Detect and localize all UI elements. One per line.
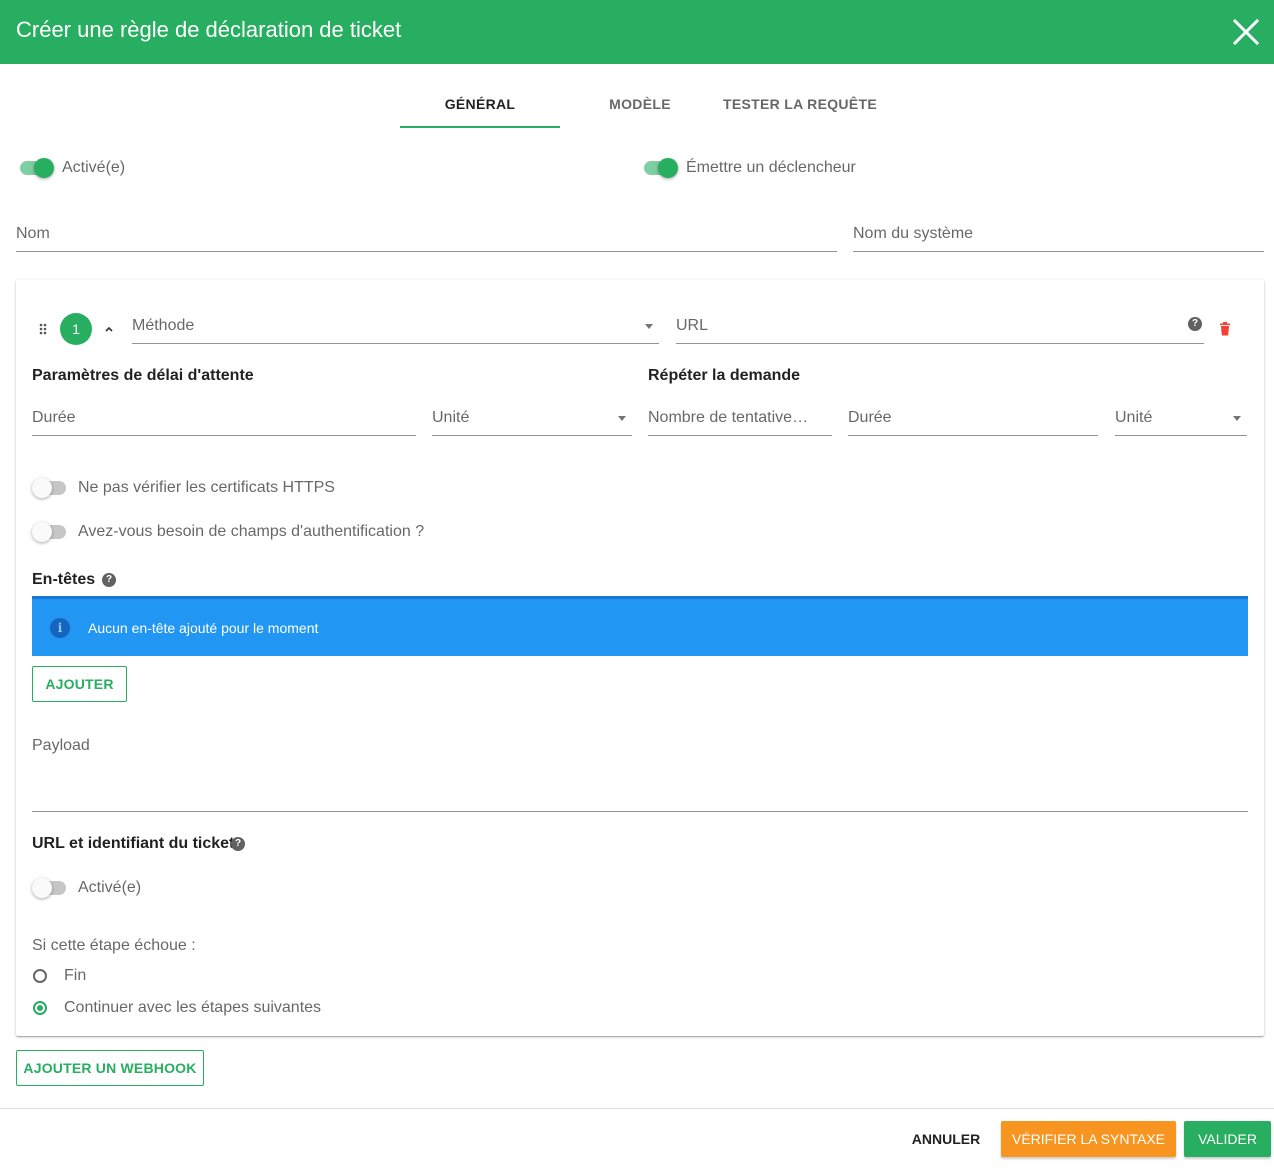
method-select[interactable]: Méthode bbox=[132, 314, 659, 344]
system-name-field-label: Nom du système bbox=[853, 225, 974, 242]
tab-test-request[interactable]: TESTER LA REQUÊTE bbox=[720, 92, 880, 128]
drag-handle-icon[interactable] bbox=[38, 322, 48, 336]
method-select-label: Méthode bbox=[132, 317, 195, 334]
dialog-title: Créer une règle de déclaration de ticket bbox=[16, 17, 402, 42]
webhook-step-card bbox=[16, 280, 1264, 1036]
emit-trigger-label: Émettre un déclencheur bbox=[686, 159, 856, 176]
url-help-icon[interactable]: ? bbox=[1188, 317, 1202, 331]
tab-template[interactable]: MODÈLE bbox=[560, 92, 720, 128]
enabled-label: Activé(e) bbox=[62, 159, 126, 176]
chevron-down-icon bbox=[618, 416, 626, 421]
headers-help-icon[interactable]: ? bbox=[102, 573, 116, 587]
payload-field[interactable]: Payload bbox=[32, 734, 1248, 812]
system-name-field[interactable]: Nom du système bbox=[853, 222, 1264, 252]
footer-divider bbox=[0, 1108, 1274, 1109]
ticket-url-enabled-label: Activé(e) bbox=[78, 879, 142, 896]
info-icon: i bbox=[50, 618, 70, 638]
radio-end-label: Fin bbox=[64, 967, 87, 984]
retry-unit-select[interactable]: Unité bbox=[1115, 406, 1247, 436]
timeout-section-title: Paramètres de délai d'attente bbox=[32, 367, 254, 384]
chevron-down-icon bbox=[645, 324, 653, 329]
payload-field-label: Payload bbox=[32, 737, 90, 754]
step-number-badge: 1 bbox=[60, 313, 92, 345]
headers-section-title: En-têtes bbox=[32, 571, 96, 588]
ticket-url-enabled-switch[interactable] bbox=[32, 876, 68, 900]
close-icon bbox=[1232, 18, 1260, 46]
retry-duration-label: Durée bbox=[848, 409, 892, 426]
auth-fields-switch[interactable] bbox=[32, 520, 68, 544]
submit-button[interactable]: VALIDER bbox=[1184, 1121, 1271, 1157]
retry-unit-label: Unité bbox=[1115, 409, 1153, 426]
name-field-label: Nom bbox=[16, 225, 50, 242]
skip-https-label: Ne pas vérifier les certificats HTTPS bbox=[78, 479, 335, 496]
add-webhook-button[interactable]: AJOUTER UN WEBHOOK bbox=[16, 1050, 204, 1086]
ticket-url-help-icon[interactable]: ? bbox=[231, 837, 245, 851]
retry-duration-field[interactable]: Durée bbox=[848, 406, 1098, 436]
radio-end[interactable] bbox=[33, 969, 47, 983]
enabled-switch[interactable] bbox=[18, 156, 54, 180]
add-header-button[interactable]: AJOUTER bbox=[32, 666, 127, 702]
tab-active-indicator bbox=[400, 126, 560, 128]
url-field[interactable]: URL bbox=[676, 314, 1204, 344]
delete-step-icon[interactable] bbox=[1219, 322, 1231, 336]
skip-https-switch[interactable] bbox=[32, 476, 68, 500]
url-field-label: URL bbox=[676, 317, 709, 334]
emit-trigger-switch[interactable] bbox=[642, 156, 678, 180]
chevron-down-icon bbox=[1233, 416, 1241, 421]
close-button[interactable] bbox=[1226, 12, 1266, 52]
timeout-unit-select[interactable]: Unité bbox=[432, 406, 632, 436]
collapse-chevron-icon[interactable] bbox=[103, 322, 115, 334]
cancel-button[interactable]: ANNULER bbox=[902, 1121, 990, 1157]
timeout-duration-field[interactable]: Durée bbox=[32, 406, 416, 436]
retry-attempts-field[interactable]: Nombre de tentatives de reprise bbox=[648, 406, 832, 436]
retry-attempts-label: Nombre de tentatives de reprise bbox=[648, 409, 816, 426]
radio-continue-label: Continuer avec les étapes suivantes bbox=[64, 999, 322, 1016]
radio-continue[interactable] bbox=[33, 1001, 47, 1015]
ticket-url-section-title: URL et identifiant du ticket bbox=[32, 835, 235, 852]
auth-fields-label: Avez-vous besoin de champs d'authentific… bbox=[78, 523, 425, 540]
retry-section-title: Répéter la demande bbox=[648, 367, 801, 384]
timeout-unit-label: Unité bbox=[432, 409, 470, 426]
timeout-duration-label: Durée bbox=[32, 409, 76, 426]
check-syntax-button[interactable]: VÉRIFIER LA SYNTAXE bbox=[1001, 1121, 1176, 1157]
name-field[interactable]: Nom bbox=[16, 222, 837, 252]
on-failure-label: Si cette étape échoue : bbox=[32, 937, 196, 954]
headers-empty-message: Aucun en-tête ajouté pour le moment bbox=[88, 620, 319, 636]
tab-general[interactable]: GÉNÉRAL bbox=[400, 92, 560, 128]
